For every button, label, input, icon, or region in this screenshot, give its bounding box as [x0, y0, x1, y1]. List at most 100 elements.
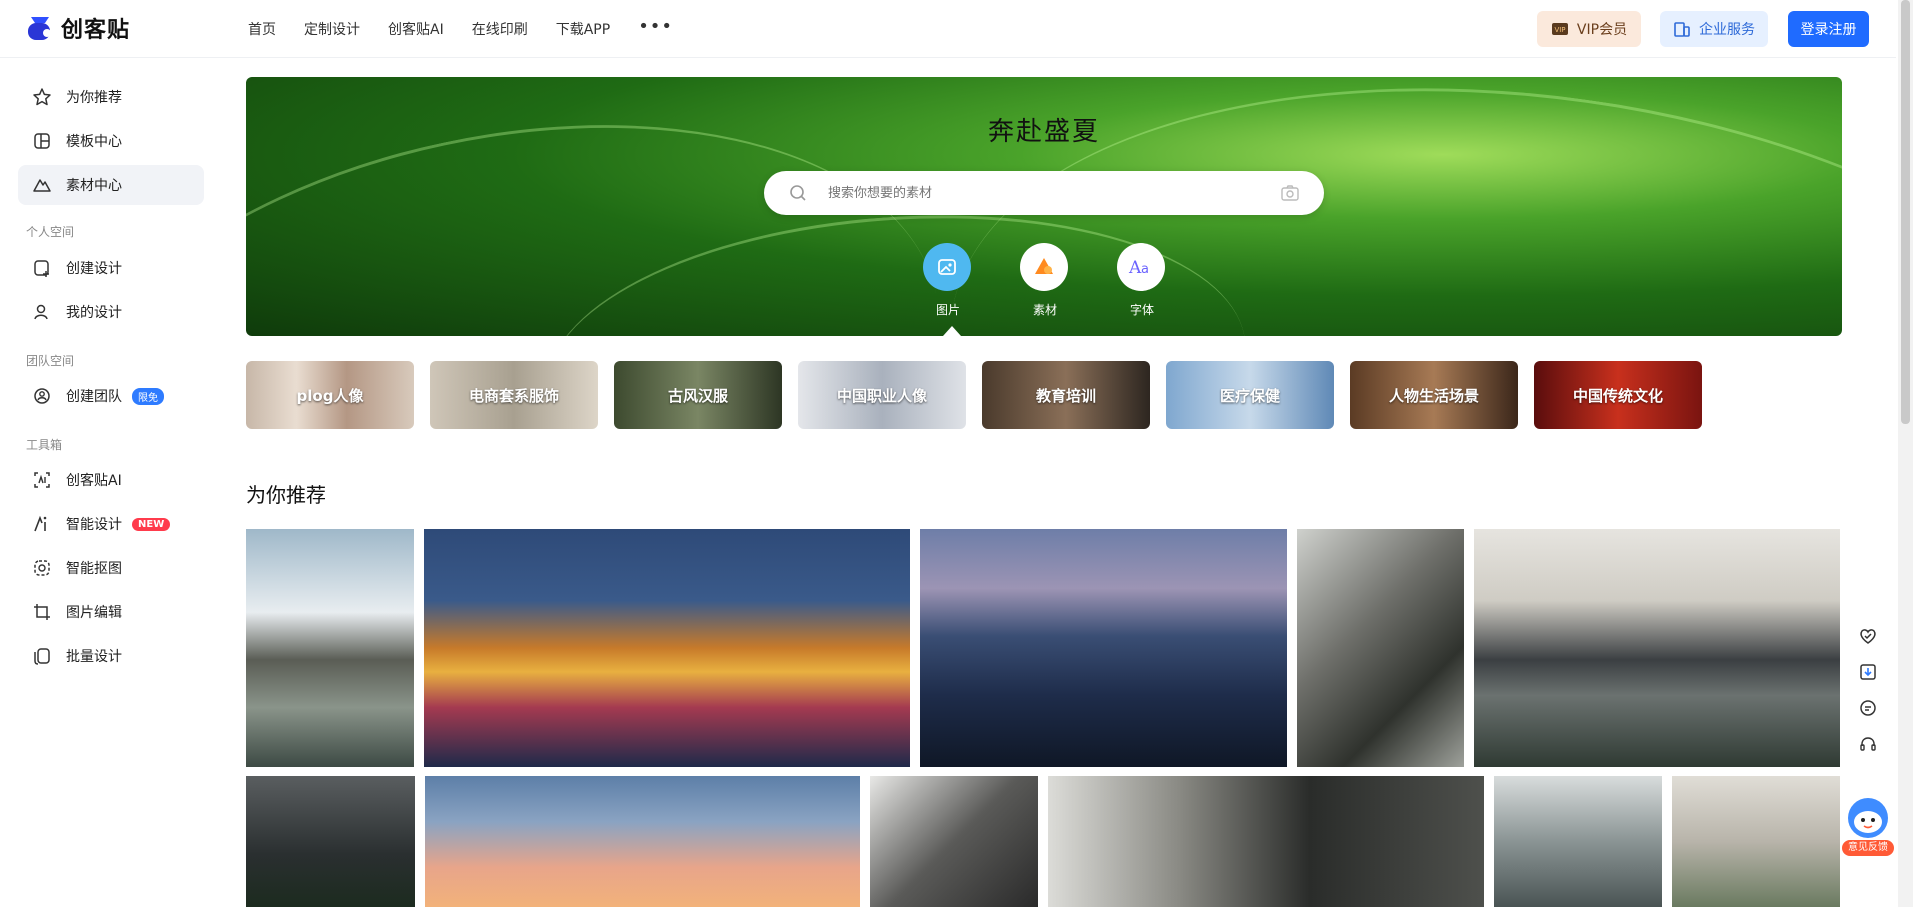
photo-eaves[interactable]	[246, 776, 415, 907]
tag-plog-portrait[interactable]: plog人像	[246, 361, 414, 429]
photo-water-wall[interactable]	[1494, 776, 1662, 907]
enterprise-button[interactable]: 企业服务	[1660, 11, 1768, 47]
star-icon	[33, 88, 51, 106]
sidebar-item-label: 创建团队	[66, 389, 122, 405]
sidebar-item-recommend[interactable]: 为你推荐	[18, 77, 204, 117]
banner-title: 奔赴盛夏	[987, 117, 1100, 147]
tag-traditional-culture[interactable]: 中国传统文化	[1534, 361, 1702, 429]
category-label: 素材	[1032, 303, 1057, 317]
tag-lifestyle[interactable]: 人物生活场景	[1350, 361, 1518, 429]
sidebar-item-label: 我的设计	[66, 305, 122, 321]
sidebar-item-label: 智能设计	[66, 517, 122, 533]
crop-icon	[34, 604, 50, 620]
sidebar-item-templates[interactable]: 模板中心	[18, 121, 204, 161]
ai-icon	[34, 472, 50, 488]
heart-check-icon[interactable]	[1858, 626, 1878, 646]
tag-education[interactable]: 教育培训	[982, 361, 1150, 429]
vip-label: VIP会员	[1576, 22, 1628, 38]
vip-icon: VIP	[1551, 23, 1568, 35]
search-icon	[790, 185, 806, 201]
sidebar-item-cutout[interactable]: 智能抠图	[18, 548, 204, 588]
picture-icon	[923, 243, 971, 291]
chat-icon[interactable]	[1858, 698, 1878, 718]
search-input[interactable]	[828, 171, 1248, 215]
sidebar-item-label: 为你推荐	[66, 90, 122, 106]
sidebar-item-my-designs[interactable]: 我的设计	[18, 292, 204, 332]
sidebar-item-label: 图片编辑	[66, 605, 122, 621]
nav-ai[interactable]: 创客贴AI	[388, 19, 444, 39]
photo-city-dusk[interactable]	[920, 529, 1287, 767]
sidebar-item-ai[interactable]: 创客贴AI	[18, 460, 204, 500]
sidebar-item-label: 创建设计	[66, 261, 122, 277]
active-category-pointer	[943, 326, 961, 336]
sidebar-item-batch-design[interactable]: 批量设计	[18, 636, 204, 676]
top-bar: 创客贴 首页 定制设计 创客贴AI 在线印刷 下载APP ••• VIP VIP…	[0, 0, 1896, 58]
batch-icon	[34, 648, 50, 665]
more-menu-icon[interactable]: •••	[638, 16, 673, 37]
enterprise-label: 企业服务	[1699, 22, 1755, 38]
nav-download-app[interactable]: 下载APP	[556, 19, 610, 39]
login-register-button[interactable]: 登录注册	[1788, 11, 1869, 47]
new-badge: NEW	[132, 517, 171, 531]
tag-hanfu[interactable]: 古风汉服	[614, 361, 782, 429]
sidebar-item-label: 批量设计	[66, 649, 122, 665]
nav-print[interactable]: 在线印刷	[472, 19, 528, 39]
section-personal-title: 个人空间	[26, 225, 75, 239]
photo-octagon-door[interactable]	[1672, 776, 1840, 907]
template-icon	[34, 133, 50, 149]
material-search-box[interactable]	[764, 171, 1324, 215]
sidebar-item-smart-design[interactable]: 智能设计 NEW	[18, 504, 204, 544]
scrollbar-thumb[interactable]	[1901, 0, 1910, 424]
category-elements[interactable]: 素材	[1020, 243, 1070, 318]
section-team-title: 团队空间	[26, 354, 75, 368]
svg-text:a: a	[1141, 262, 1149, 277]
headset-icon[interactable]	[1858, 734, 1878, 754]
camera-search-icon[interactable]	[1280, 183, 1300, 203]
photo-sunset-towers[interactable]	[425, 776, 860, 907]
sidebar-item-create-design[interactable]: 创建设计	[18, 248, 204, 288]
recommend-section-title: 为你推荐	[246, 483, 326, 507]
svg-text:A: A	[1128, 258, 1142, 278]
photo-tiled-roof[interactable]	[1474, 529, 1840, 767]
category-label: 字体	[1129, 303, 1154, 317]
photo-branches-wall[interactable]	[870, 776, 1038, 907]
sidebar-item-label: 智能抠图	[66, 561, 122, 577]
photo-tree-window[interactable]	[1297, 529, 1464, 767]
download-icon[interactable]	[1858, 662, 1878, 682]
nav-custom-design[interactable]: 定制设计	[304, 19, 360, 39]
logo-text: 创客贴	[61, 18, 131, 43]
photo-water-town-pavilion[interactable]	[246, 529, 414, 767]
tag-chinese-professional[interactable]: 中国职业人像	[798, 361, 966, 429]
sidebar-item-create-team[interactable]: 创建团队 限免	[18, 376, 204, 416]
user-icon	[34, 304, 48, 320]
feedback-label: 意见反馈	[1842, 840, 1894, 856]
sidebar-item-materials[interactable]: 素材中心	[18, 165, 204, 205]
sidebar: 为你推荐 模板中心 素材中心 个人空间 创建设计 我的设计 团队空间 创建团队 …	[0, 58, 220, 907]
element-icon	[1020, 243, 1068, 291]
sidebar-item-label: 素材中心	[66, 178, 122, 194]
nav-home[interactable]: 首页	[248, 19, 276, 39]
mascot-icon	[1848, 798, 1888, 838]
logo[interactable]: 创客贴	[25, 12, 130, 44]
sidebar-item-label: 创客贴AI	[66, 473, 122, 489]
mountain-icon	[33, 179, 51, 192]
category-fonts[interactable]: Aa 字体	[1117, 243, 1167, 318]
category-pictures[interactable]: 图片	[923, 243, 973, 318]
section-tools-title: 工具箱	[26, 438, 63, 452]
category-label: 图片	[935, 303, 960, 317]
sidebar-item-image-edit[interactable]: 图片编辑	[18, 592, 204, 632]
tag-ecommerce-apparel[interactable]: 电商套系服饰	[430, 361, 598, 429]
photo-night-riverside[interactable]	[424, 529, 910, 767]
main-nav: 首页 定制设计 创客贴AI 在线印刷 下载APP •••	[248, 0, 673, 58]
add-design-icon	[34, 260, 49, 277]
smart-design-icon	[34, 515, 47, 532]
font-icon: Aa	[1117, 243, 1165, 291]
vip-button[interactable]: VIP VIP会员	[1537, 11, 1641, 47]
photo-plum-blossom[interactable]	[1048, 776, 1484, 907]
cutout-icon	[34, 560, 50, 576]
sidebar-item-label: 模板中心	[66, 134, 122, 150]
feedback-widget[interactable]: 意见反馈	[1842, 790, 1894, 856]
free-badge: 限免	[132, 387, 164, 405]
tag-healthcare[interactable]: 医疗保健	[1166, 361, 1334, 429]
logo-icon	[28, 17, 51, 40]
